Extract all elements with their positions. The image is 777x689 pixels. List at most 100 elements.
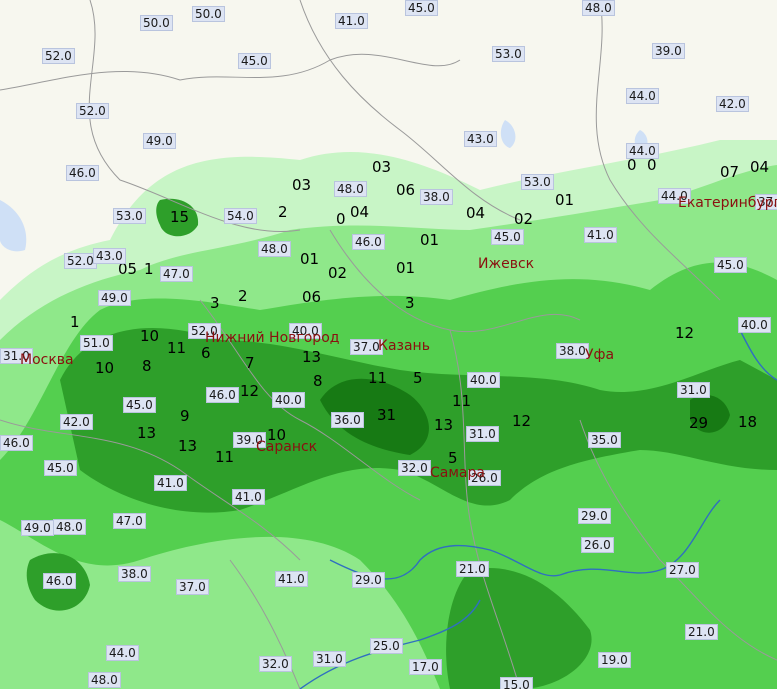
boxed-value: 45.0 [238, 53, 271, 69]
precip-value: 5 [448, 449, 458, 467]
boxed-value: 15.0 [500, 677, 533, 689]
boxed-value: 19.0 [598, 652, 631, 668]
boxed-value: 32.0 [398, 460, 431, 476]
boxed-value: 49.0 [21, 520, 54, 536]
boxed-value: 50.0 [140, 15, 173, 31]
boxed-value: 31.0 [466, 426, 499, 442]
precip-value: 01 [420, 231, 440, 249]
boxed-value: 43.0 [464, 131, 497, 147]
boxed-value: 48.0 [258, 241, 291, 257]
precip-value: 3 [210, 294, 220, 312]
city-kazan[interactable]: Казань [378, 339, 430, 353]
boxed-value: 46.0 [66, 165, 99, 181]
boxed-value: 40.0 [738, 317, 771, 333]
precip-value: 04 [350, 203, 370, 221]
precip-value: 13 [137, 424, 157, 442]
precip-value: 11 [167, 339, 187, 357]
boxed-value: 41.0 [335, 13, 368, 29]
boxed-value: 45.0 [405, 0, 438, 16]
boxed-value: 47.0 [113, 513, 146, 529]
weather-map[interactable]: 03 03 06 04 0 01 15 2 04 02 01 1 0 0 07 … [0, 0, 777, 689]
boxed-value: 44.0 [626, 88, 659, 104]
boxed-value: 44.0 [626, 143, 659, 159]
boxed-value: 21.0 [685, 624, 718, 640]
boxed-value: 29.0 [578, 508, 611, 524]
boxed-value: 48.0 [88, 672, 121, 688]
boxed-value: 48.0 [582, 0, 615, 16]
city-yekaterinburg[interactable]: Екатеринбург [678, 196, 777, 210]
precip-value: 02 [514, 210, 534, 228]
precip-value: 02 [328, 264, 348, 282]
precip-value: 18 [738, 413, 758, 431]
boxed-value: 41.0 [232, 489, 265, 505]
precip-value: 04 [750, 158, 770, 176]
precip-value: 3 [405, 294, 415, 312]
precip-value: 12 [240, 382, 260, 400]
boxed-value: 52.0 [76, 103, 109, 119]
boxed-value: 44.0 [106, 645, 139, 661]
boxed-value: 50.0 [192, 6, 225, 22]
boxed-value: 43.0 [93, 248, 126, 264]
precip-value: 8 [313, 372, 323, 390]
city-samara[interactable]: Самара [430, 466, 485, 480]
precip-value: 29 [689, 414, 709, 432]
boxed-value: 49.0 [143, 133, 176, 149]
city-ufa[interactable]: Уфа [585, 348, 614, 362]
precip-value: 12 [512, 412, 532, 430]
boxed-value: 45.0 [491, 229, 524, 245]
city-saransk[interactable]: Саранск [256, 440, 317, 454]
boxed-value: 46.0 [206, 387, 239, 403]
boxed-value: 31.0 [677, 382, 710, 398]
boxed-value: 38.0 [420, 189, 453, 205]
precip-value: 9 [180, 407, 190, 425]
precip-value: 7 [245, 354, 255, 372]
precip-value: 13 [178, 437, 198, 455]
boxed-value: 40.0 [272, 392, 305, 408]
precip-value: 6 [201, 344, 211, 362]
precip-value: 06 [302, 288, 322, 306]
precip-value: 04 [466, 204, 486, 222]
precip-value: 06 [396, 181, 416, 199]
boxed-value: 37.0 [176, 579, 209, 595]
precip-value: 07 [720, 163, 740, 181]
boxed-value: 48.0 [53, 519, 86, 535]
precip-value: 31 [377, 406, 397, 424]
boxed-value: 52.0 [42, 48, 75, 64]
city-izhevsk[interactable]: Ижевск [478, 257, 534, 271]
boxed-value: 40.0 [467, 372, 500, 388]
boxed-value: 45.0 [44, 460, 77, 476]
boxed-value: 45.0 [123, 397, 156, 413]
precip-value: 1 [70, 313, 80, 331]
precip-value: 05 [118, 260, 138, 278]
precip-value: 11 [368, 369, 388, 387]
boxed-value: 17.0 [409, 659, 442, 675]
precip-value: 0 [336, 210, 346, 228]
boxed-value: 31.0 [313, 651, 346, 667]
precip-value: 11 [215, 448, 235, 466]
boxed-value: 21.0 [456, 561, 489, 577]
boxed-value: 41.0 [154, 475, 187, 491]
boxed-value: 46.0 [352, 234, 385, 250]
boxed-value: 29.0 [352, 572, 385, 588]
precip-value: 01 [300, 250, 320, 268]
boxed-value: 25.0 [370, 638, 403, 654]
precip-value: 13 [434, 416, 454, 434]
boxed-value: 38.0 [118, 566, 151, 582]
precip-value: 15 [170, 208, 190, 226]
boxed-value: 27.0 [666, 562, 699, 578]
boxed-value: 45.0 [714, 257, 747, 273]
boxed-value: 42.0 [716, 96, 749, 112]
precip-value: 5 [413, 369, 423, 387]
boxed-value: 54.0 [224, 208, 257, 224]
boxed-value: 39.0 [652, 43, 685, 59]
boxed-value: 53.0 [521, 174, 554, 190]
city-moscow[interactable]: Москва [20, 353, 74, 367]
precip-value: 0 [647, 156, 657, 174]
precip-value: 03 [372, 158, 392, 176]
boxed-value: 35.0 [588, 432, 621, 448]
precip-value: 2 [278, 203, 288, 221]
city-nizhny-novgorod[interactable]: Нижний Новгород [205, 331, 339, 345]
boxed-value: 41.0 [584, 227, 617, 243]
boxed-value: 41.0 [275, 571, 308, 587]
boxed-value: 26.0 [581, 537, 614, 553]
